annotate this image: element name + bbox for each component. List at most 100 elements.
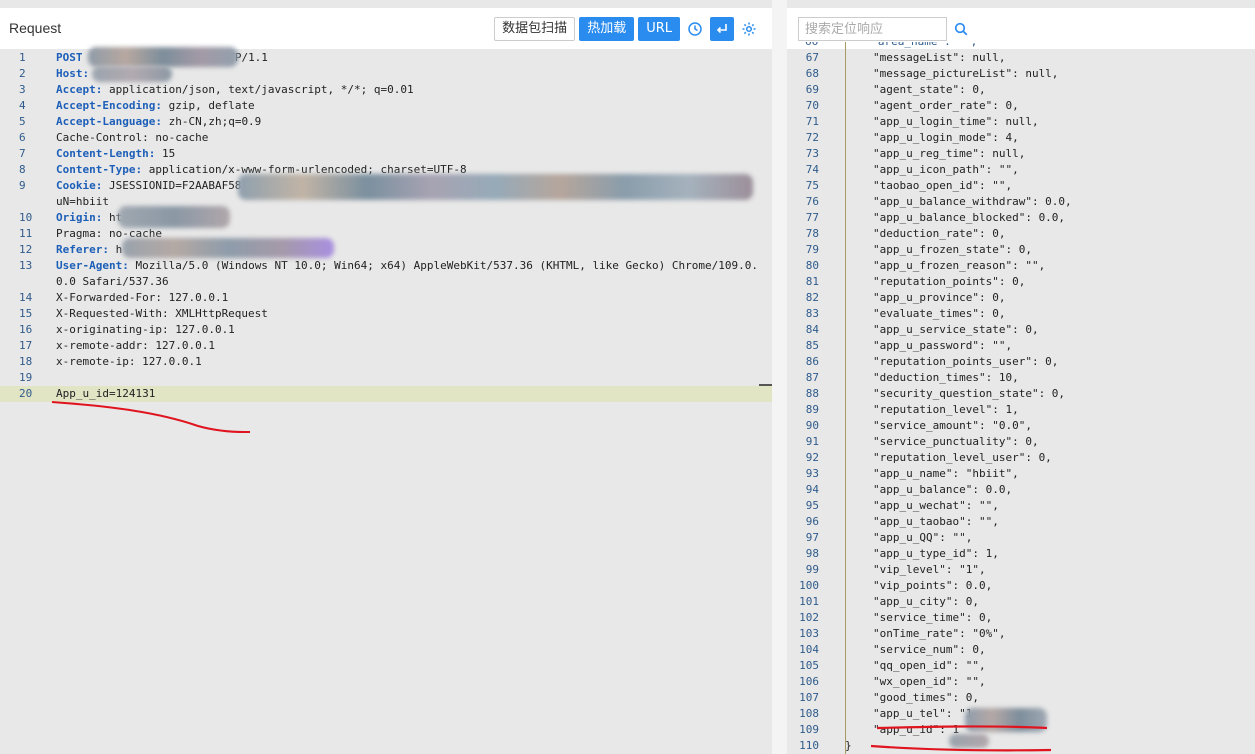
response-line: 78 "deduction_rate": 0, xyxy=(787,226,1255,242)
request-line: 16 x-originating-ip: 127.0.0.1 xyxy=(0,322,772,338)
line-number: 84 xyxy=(805,323,819,336)
request-line-content: Accept-Language: zh-CN,zh;q=0.9 xyxy=(56,114,261,130)
line-number: 94 xyxy=(805,483,819,496)
line-number: 68 xyxy=(805,67,819,80)
line-number: 17 xyxy=(19,339,33,352)
settings-icon[interactable] xyxy=(738,17,760,41)
line-number: 5 xyxy=(19,115,26,128)
response-search-input[interactable] xyxy=(798,17,947,41)
request-line: 13 User-Agent: Mozilla/5.0 (Windows NT 10… xyxy=(0,258,772,274)
response-line: 84 "app_u_service_state": 0, xyxy=(787,322,1255,338)
line-number: 76 xyxy=(805,195,819,208)
header-value: 15 xyxy=(155,147,176,160)
header-value: X-Requested-With: XMLHttpRequest xyxy=(56,307,268,320)
response-line-content: "app_u_wechat": "", xyxy=(873,499,999,512)
response-line: 88 "security_question_state": 0, xyxy=(787,386,1255,402)
request-line: 10 Origin: ht xyxy=(0,210,772,226)
request-line: 17 x-remote-addr: 127.0.0.1 xyxy=(0,338,772,354)
request-line-content: Origin: ht xyxy=(56,210,122,226)
header-value: application/json, text/javascript, */*; … xyxy=(102,83,414,96)
line-number: 109 xyxy=(799,723,819,736)
response-line: 81 "reputation_points": 0, xyxy=(787,274,1255,290)
request-line-content: Cache-Control: no-cache xyxy=(56,130,208,146)
line-number: 8 xyxy=(19,163,26,176)
response-line: 67 "messageList": null, xyxy=(787,50,1255,66)
response-line: 68 "message_pictureList": null, xyxy=(787,66,1255,82)
header-key: Accept: xyxy=(56,83,103,96)
line-number: 96 xyxy=(805,515,819,528)
line-number: 14 xyxy=(19,291,33,304)
redaction-blur xyxy=(122,238,334,258)
line-number: 106 xyxy=(799,675,819,688)
response-line: 83 "evaluate_times": 0, xyxy=(787,306,1255,322)
line-number: 83 xyxy=(805,307,819,320)
response-line-content: "app_u_type_id": 1, xyxy=(873,547,999,560)
packet-scan-button[interactable]: 数据包扫描 xyxy=(494,17,576,41)
response-line: 71 "app_u_login_time": null, xyxy=(787,114,1255,130)
line-number: 89 xyxy=(805,403,819,416)
response-line-content: "app_u_reg_time": null, xyxy=(873,147,1026,160)
line-number: 67 xyxy=(805,51,819,64)
request-line: 19 xyxy=(0,370,772,386)
response-line-content: "app_u_QQ": "", xyxy=(873,531,973,544)
request-line: 7 Content-Length: 15 xyxy=(0,146,772,162)
line-number: 4 xyxy=(19,99,26,112)
response-line-content: "app_u_frozen_reason": "", xyxy=(873,259,1046,272)
request-line-content: x-originating-ip: 127.0.0.1 xyxy=(56,322,235,338)
redaction-blur xyxy=(92,66,172,82)
response-line: 104 "service_num": 0, xyxy=(787,642,1255,658)
editor-cursor-marker xyxy=(759,384,772,386)
request-line: 0.0 Safari/537.36 xyxy=(0,274,772,290)
line-number: 108 xyxy=(799,707,819,720)
response-line-content: "app_u_province": 0, xyxy=(873,291,1006,304)
line-number: 91 xyxy=(805,435,819,448)
header-key: Host: xyxy=(56,67,90,80)
header-value: X-Forwarded-For: 127.0.0.1 xyxy=(56,291,229,304)
request-line: 18 x-remote-ip: 127.0.0.1 xyxy=(0,354,772,370)
response-line: 90 "service_amount": "0.0", xyxy=(787,418,1255,434)
line-number: 105 xyxy=(799,659,819,672)
request-line: 3 Accept: application/json, text/javascri… xyxy=(0,82,772,98)
response-line-content: "evaluate_times": 0, xyxy=(873,307,1006,320)
request-line: 20 App_u_id=124131 xyxy=(0,386,772,402)
response-line-content: "app_u_balance_withdraw": 0.0, xyxy=(873,195,1072,208)
line-number: 87 xyxy=(805,371,819,384)
response-line-content: "app_u_login_mode": 4, xyxy=(873,131,1019,144)
header-key: POST xyxy=(56,51,83,64)
response-line-content: "app_u_balance": 0.0, xyxy=(873,483,1013,496)
request-editor[interactable]: 1 POST HTTP/1.1 2 Host: 3 Accept: application… xyxy=(0,50,772,402)
search-icon[interactable] xyxy=(951,19,971,39)
header-key: User-Agent: xyxy=(56,259,129,272)
url-button[interactable]: URL xyxy=(638,17,680,41)
response-line-content: "message_pictureList": null, xyxy=(873,67,1059,80)
response-line: 99 "vip_level": "1", xyxy=(787,562,1255,578)
request-panel: Request 数据包扫描 热加载 URL 1 POST HTTP/1.1 2 Hos… xyxy=(0,0,772,754)
line-number: 95 xyxy=(805,499,819,512)
header-key: Origin: xyxy=(56,211,103,224)
redaction-blur xyxy=(238,174,753,200)
response-line-content: "onTime_rate": "0%", xyxy=(873,627,1006,640)
response-line-content: "app_u_taobao": "", xyxy=(873,515,999,528)
line-number: 93 xyxy=(805,467,819,480)
request-line-content: X-Forwarded-For: 127.0.0.1 xyxy=(56,290,228,306)
line-number: 88 xyxy=(805,387,819,400)
line-number: 77 xyxy=(805,211,819,224)
history-icon[interactable] xyxy=(684,17,706,41)
line-number: 110 xyxy=(799,739,819,752)
line-number: 80 xyxy=(805,259,819,272)
line-number: 16 xyxy=(19,323,33,336)
response-line: 107 "good_times": 0, xyxy=(787,690,1255,706)
response-line-content: "qq_open_id": "", xyxy=(873,659,986,672)
response-line: 92 "reputation_level_user": 0, xyxy=(787,450,1255,466)
line-number: 6 xyxy=(19,131,26,144)
response-line: 77 "app_u_balance_blocked": 0.0, xyxy=(787,210,1255,226)
response-line: 86 "reputation_points_user": 0, xyxy=(787,354,1255,370)
response-line-content: "deduction_rate": 0, xyxy=(873,227,1006,240)
response-line: 70 "agent_order_rate": 0, xyxy=(787,98,1255,114)
hot-reload-button[interactable]: 热加载 xyxy=(579,17,635,41)
wrap-icon[interactable] xyxy=(710,17,734,41)
line-number: 92 xyxy=(805,451,819,464)
line-number: 3 xyxy=(19,83,26,96)
response-editor[interactable]: 66 "area_name": "", 67 "messageList": nul… xyxy=(787,42,1255,754)
response-line-content: "app_u_id": 1 xyxy=(873,723,960,736)
